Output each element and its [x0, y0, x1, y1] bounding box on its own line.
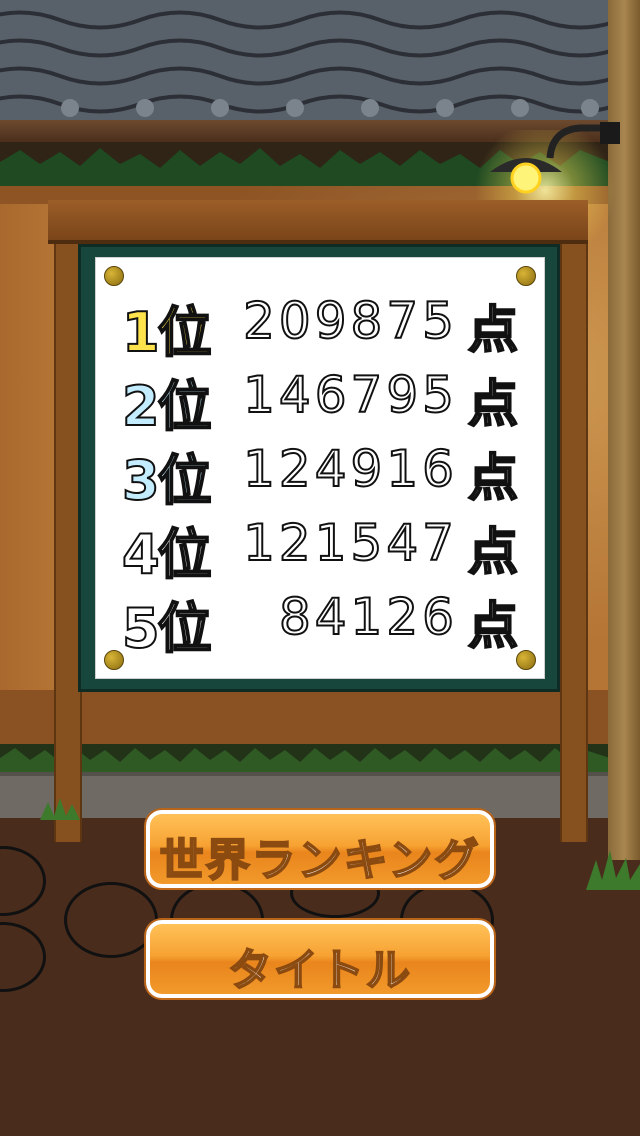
rank-unit: 点	[467, 374, 519, 434]
hedge	[0, 744, 610, 772]
rank-unit: 点	[467, 596, 519, 656]
mole-hole	[0, 922, 46, 992]
ranking-board: 1位 209875 点 2位 146795 点 3位 124916 点 4位 1…	[96, 258, 544, 678]
tiled-roof	[0, 0, 610, 120]
rank-score: 124916	[242, 439, 458, 499]
rank-score: 146795	[242, 365, 458, 425]
pin-icon	[104, 650, 124, 670]
rank-score: 84126	[278, 587, 458, 647]
street-lamp-icon	[490, 158, 562, 194]
pin-icon	[516, 650, 536, 670]
ranking-row-4: 4位 121547 点	[96, 504, 544, 587]
grass-icon	[586, 850, 640, 890]
board-post	[560, 236, 588, 842]
rank-score: 209875	[242, 291, 458, 351]
board-roof	[48, 200, 588, 244]
ranking-row-2: 2位 146795 点	[96, 356, 544, 439]
mole-hole	[0, 846, 46, 916]
world-ranking-button[interactable]: 世界ランキング	[146, 810, 494, 888]
title-button-label: タイトル	[227, 944, 412, 997]
mole-hole	[64, 882, 158, 958]
rank-label: 5位	[121, 596, 213, 661]
rank-unit: 点	[467, 448, 519, 508]
ranking-row-5: 5位 84126 点	[96, 578, 544, 661]
game-scene: 1位 209875 点 2位 146795 点 3位 124916 点 4位 1…	[0, 0, 640, 1136]
world-ranking-button-label: 世界ランキング	[159, 834, 481, 887]
grass-icon	[40, 798, 80, 820]
ranking-row-3: 3位 124916 点	[96, 430, 544, 513]
rank-unit: 点	[467, 522, 519, 582]
rank-score: 121547	[242, 513, 458, 573]
title-button[interactable]: タイトル	[146, 920, 494, 998]
rank-unit: 点	[467, 300, 519, 360]
ranking-row-1: 1位 209875 点	[96, 282, 544, 365]
